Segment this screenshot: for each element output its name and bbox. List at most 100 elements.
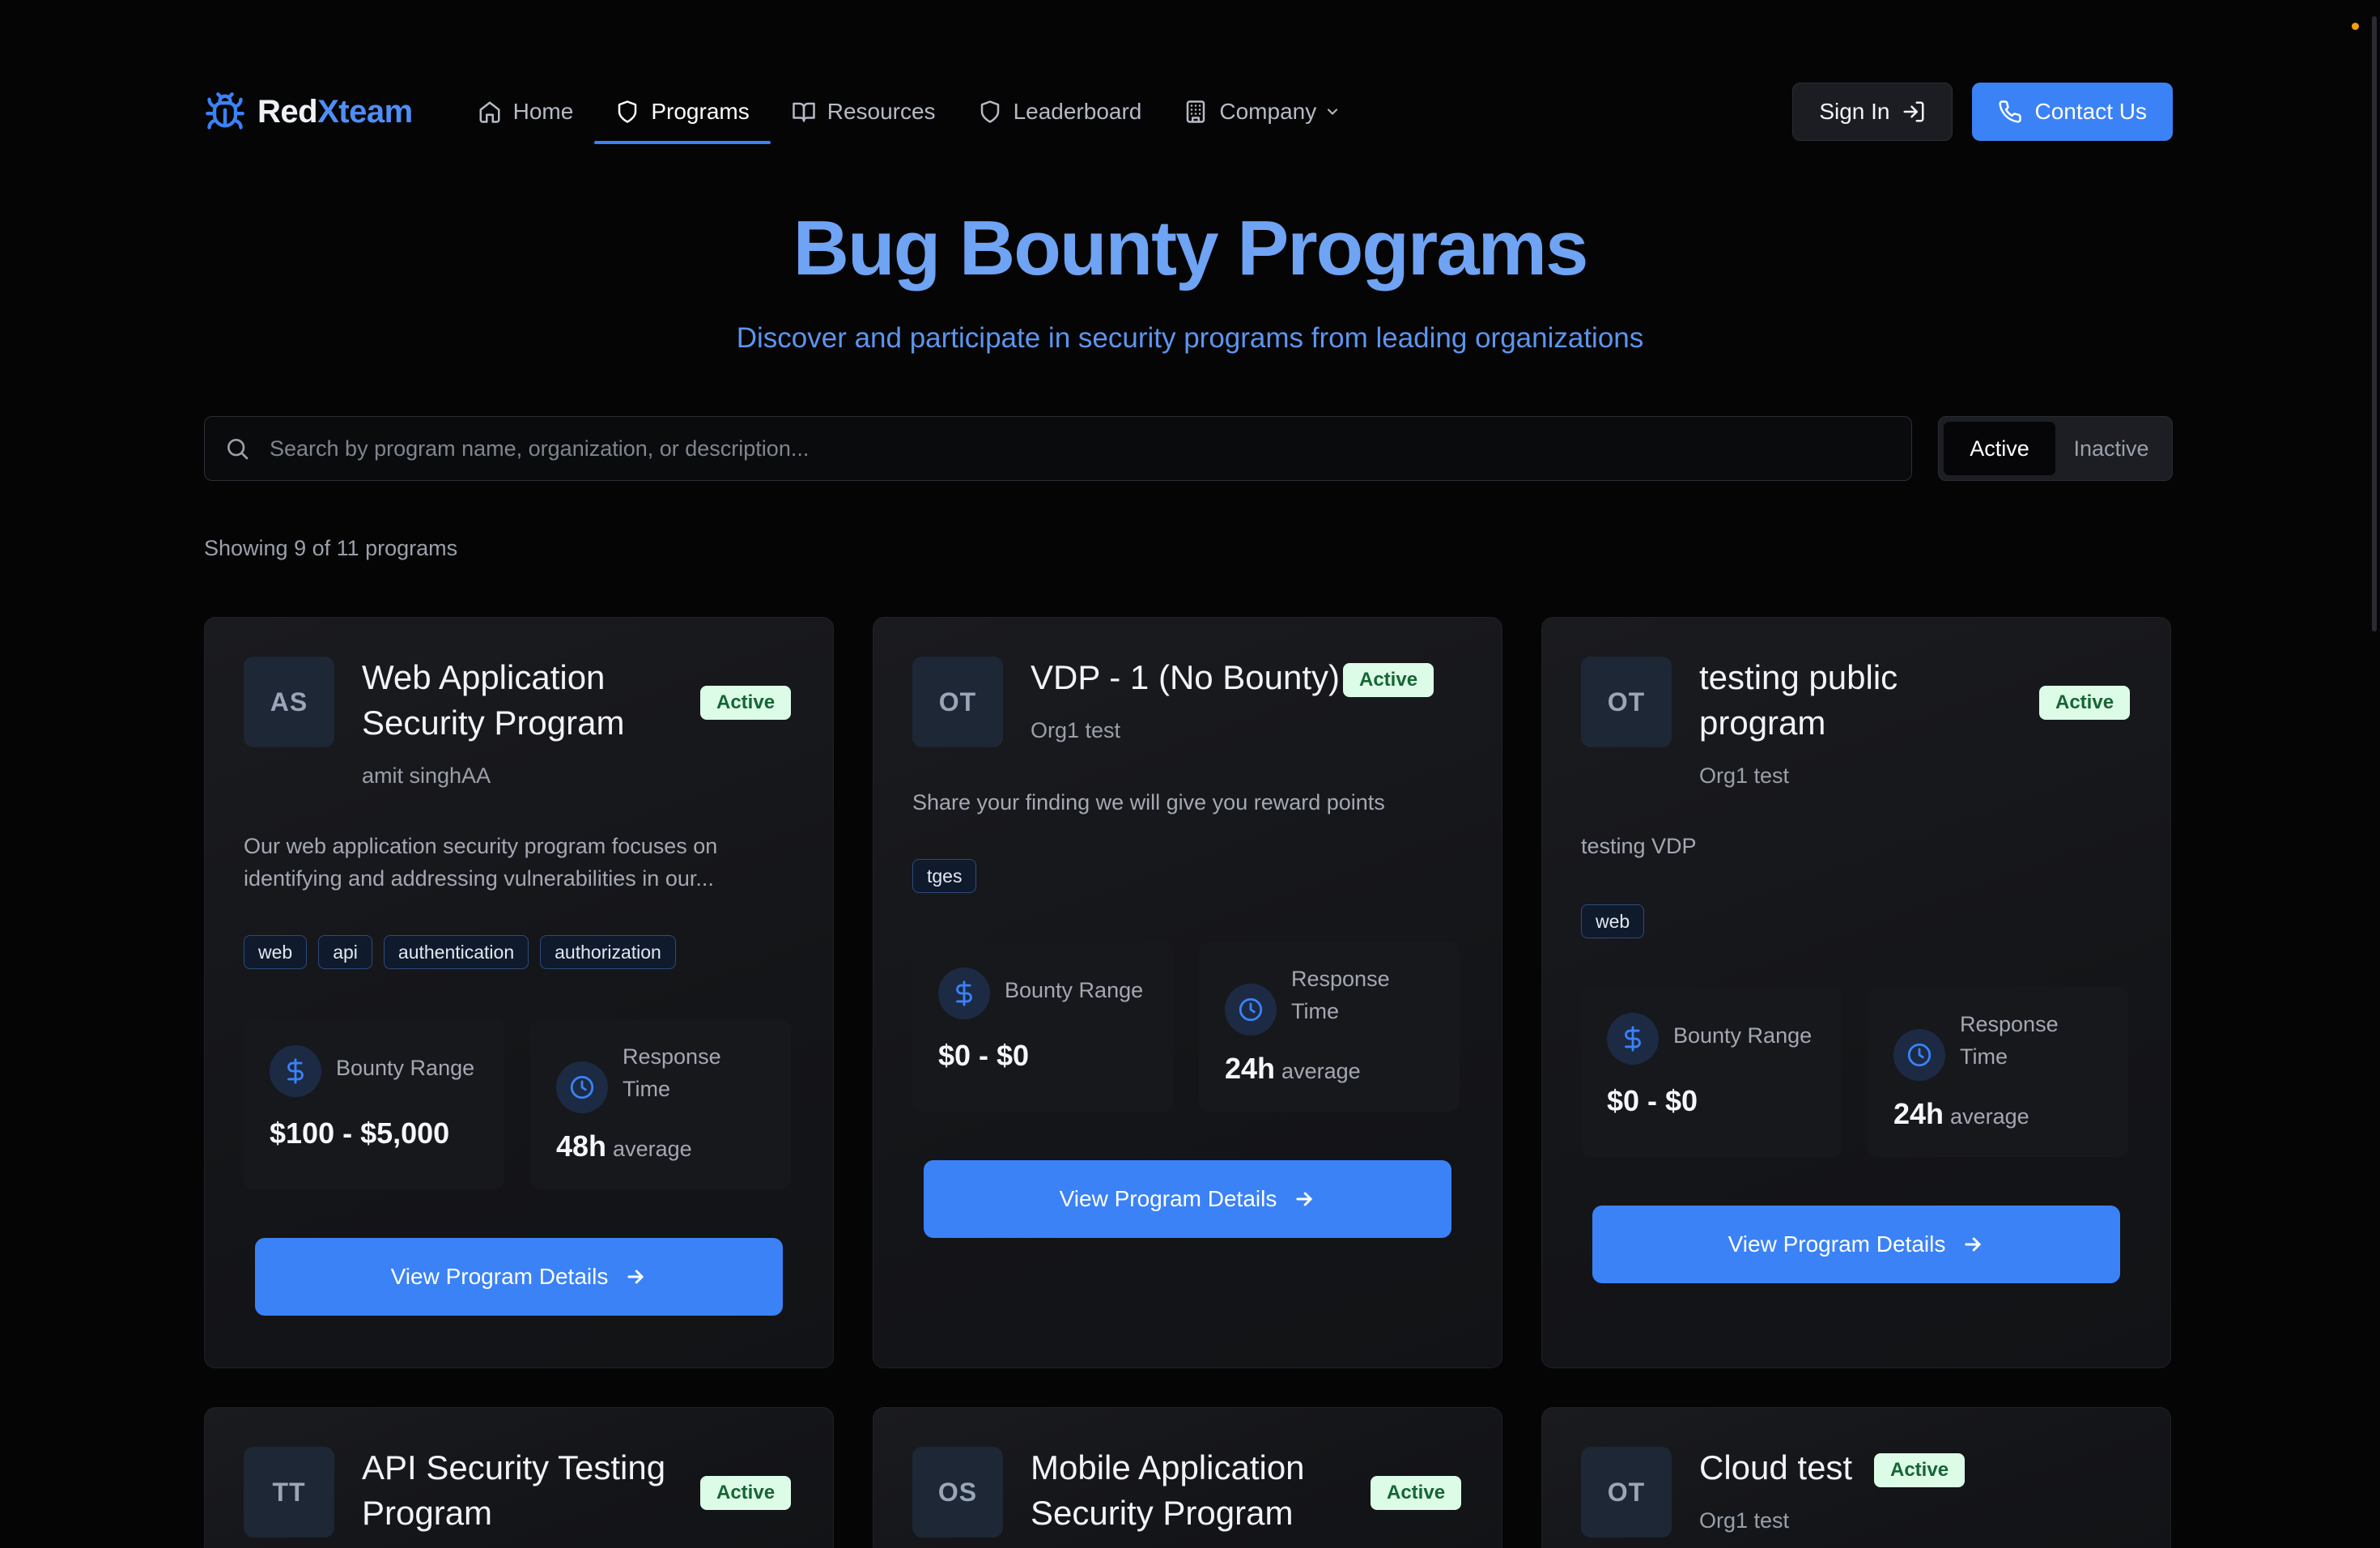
status-badge: Active (700, 686, 792, 720)
program-tags: tges (912, 859, 977, 893)
status-badge: Active (1371, 1476, 1462, 1510)
response-time-label-line2: Time (623, 1077, 670, 1101)
program-org: Org1 test (1699, 763, 1790, 788)
view-program-details-label: View Program Details (1728, 1231, 1946, 1257)
response-time-average: average (1281, 1059, 1361, 1083)
book-icon (792, 102, 815, 122)
filter-active-option[interactable]: Active (1944, 422, 2055, 475)
program-title[interactable]: VDP - 1 (No Bounty) (1031, 655, 1340, 700)
response-time-average: average (613, 1137, 692, 1161)
arrow-right-icon (627, 1269, 644, 1284)
shield-icon (618, 100, 637, 123)
nav-resources-label: Resources (827, 99, 936, 124)
bounty-range-label: Bounty Range (1673, 1023, 1813, 1048)
program-title-line2: Security Program (362, 704, 625, 742)
search-icon (227, 439, 249, 460)
search-input[interactable] (270, 436, 1911, 461)
response-time-hours: 24h (1893, 1097, 1944, 1130)
notification-dot (2352, 23, 2359, 30)
search-bar[interactable] (204, 416, 1912, 481)
view-program-details-button[interactable]: View Program Details (1592, 1206, 2120, 1283)
program-description: testing VDP (1581, 830, 2131, 862)
view-program-details-label: View Program Details (390, 1264, 609, 1289)
dollar-icon (938, 968, 990, 1019)
response-time-label: Response Time (1960, 1008, 2106, 1073)
program-description-line1: Our web application security program foc… (244, 834, 718, 858)
nav-home[interactable]: Home (457, 81, 595, 142)
program-title-line1: Web Application (362, 658, 606, 696)
nav-leaderboard[interactable]: Leaderboard (957, 81, 1163, 142)
view-program-details-button[interactable]: View Program Details (255, 1238, 783, 1316)
clock-icon (556, 1061, 608, 1113)
tag: web (1581, 904, 1645, 938)
page-subtitle: Discover and participate in security pro… (736, 322, 1644, 354)
bounty-range-label: Bounty Range (1005, 978, 1144, 1002)
nav-programs[interactable]: Programs (594, 81, 771, 144)
building-icon (1187, 100, 1205, 123)
program-tags: web api authentication authorization (244, 935, 676, 969)
program-title-line1: Mobile Application (1031, 1448, 1305, 1486)
program-org: Org1 test (1031, 718, 1121, 742)
bounty-range-stat: Bounty Range $0 - $0 (912, 942, 1173, 1112)
nav-actions: Sign In Contact Us (1792, 83, 2173, 141)
program-avatar: OS (912, 1447, 1003, 1537)
program-description-line1: Share your finding we will give you rewa… (912, 790, 1385, 814)
program-description-line1: testing VDP (1581, 834, 1697, 858)
response-time-average: average (1950, 1104, 2029, 1129)
program-avatar: TT (244, 1447, 334, 1537)
program-avatar: OT (1581, 1447, 1672, 1537)
program-card: OT VDP - 1 (No Bounty) Active Org1 test … (873, 617, 1502, 1368)
response-time-label: Response Time (623, 1040, 768, 1105)
program-tags: web (1581, 904, 1645, 938)
program-title-line2: program (1699, 704, 1826, 742)
tag: api (318, 935, 372, 969)
brand-name-part2: Xteam (317, 93, 413, 130)
bounty-range-value: $0 - $0 (1607, 1084, 1698, 1117)
program-avatar: OT (912, 657, 1003, 747)
response-time-hours: 48h (556, 1129, 607, 1163)
nav-leaderboard-label: Leaderboard (1013, 99, 1142, 124)
status-badge: Active (1874, 1453, 1966, 1487)
program-card: OS Mobile Application Security Program A… (873, 1407, 1502, 1548)
nav-home-label: Home (512, 99, 574, 124)
response-time-value: 24h average (1893, 1097, 2029, 1131)
contact-us-label: Contact Us (2034, 99, 2148, 124)
brand-logo[interactable]: RedXteam (204, 91, 413, 133)
program-title-line1: API Security Testing (362, 1448, 666, 1486)
nav-company-label: Company (1219, 99, 1317, 124)
program-org: amit singhAA (362, 763, 491, 788)
sign-in-label: Sign In (1819, 99, 1890, 124)
response-time-label: Response Time (1291, 963, 1437, 1027)
top-nav: RedXteam Home Programs Resources Leaderb… (204, 81, 2173, 144)
program-title[interactable]: API Security Testing Program (362, 1445, 665, 1536)
bounty-range-stat: Bounty Range $0 - $0 (1581, 987, 1842, 1157)
program-title[interactable]: Web Application Security Program (362, 655, 624, 746)
program-card: OT testing public program Active Org1 te… (1541, 617, 2171, 1368)
filter-inactive-option[interactable]: Inactive (2055, 422, 2167, 475)
program-avatar: OT (1581, 657, 1672, 747)
bounty-range-value: $100 - $5,000 (270, 1116, 450, 1150)
contact-us-button[interactable]: Contact Us (1971, 83, 2173, 141)
response-time-value: 48h average (556, 1129, 692, 1163)
tag: authentication (383, 935, 529, 969)
response-time-label-line1: Response (1291, 967, 1390, 991)
nav-company[interactable]: Company (1162, 81, 1362, 142)
nav-links: Home Programs Resources Leaderboard Comp… (457, 81, 1362, 144)
response-time-label-line2: Time (1960, 1044, 2008, 1069)
arrow-right-icon (1296, 1192, 1312, 1206)
results-count: Showing 9 of 11 programs (204, 536, 458, 560)
program-title[interactable]: testing public program (1699, 655, 1898, 746)
nav-resources[interactable]: Resources (771, 81, 957, 142)
program-title[interactable]: Cloud test (1699, 1445, 1852, 1491)
phone-icon (1998, 100, 2021, 123)
program-title-line1: VDP - 1 (No Bounty) (1031, 658, 1341, 696)
page: RedXteam Home Programs Resources Leaderb… (0, 0, 2380, 1548)
program-title[interactable]: Mobile Application Security Program (1031, 1445, 1305, 1536)
response-time-stat: Response Time 48h average (530, 1019, 791, 1189)
log-in-icon (1903, 101, 1923, 122)
bug-icon (206, 92, 244, 130)
view-program-details-button[interactable]: View Program Details (924, 1160, 1451, 1238)
page-title: Bug Bounty Programs (793, 205, 1589, 291)
sign-in-button[interactable]: Sign In (1792, 83, 1953, 141)
program-card: AS Web Application Security Program Acti… (204, 617, 834, 1368)
